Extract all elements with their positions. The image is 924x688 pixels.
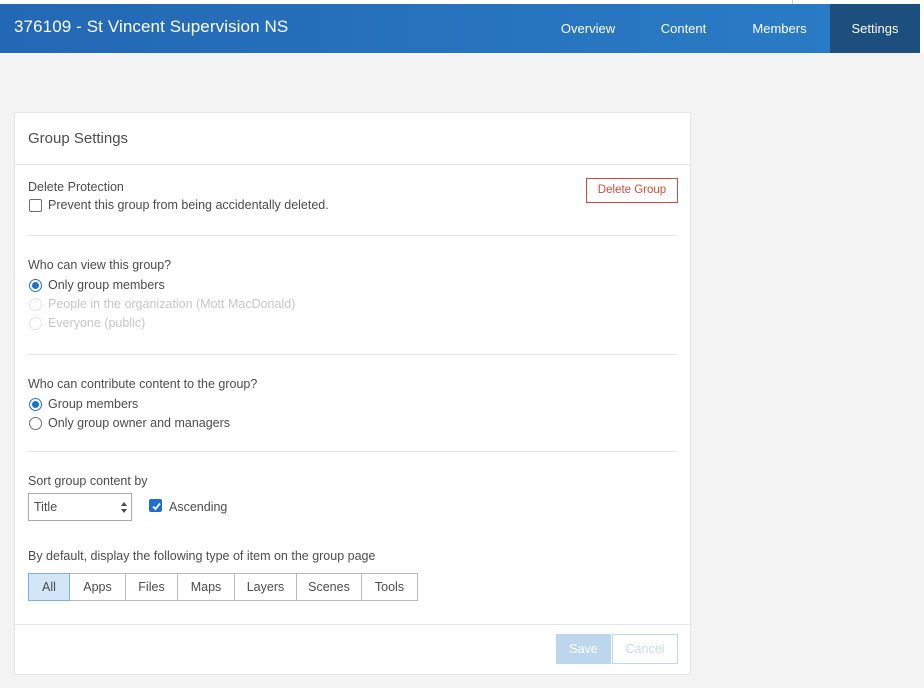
type-tools-button[interactable]: Tools (361, 573, 418, 601)
sort-select-value: Title (34, 500, 58, 514)
sort-select[interactable]: Title (28, 493, 132, 521)
ascending-label[interactable]: Ascending (169, 500, 227, 514)
view-option-members[interactable]: Only group members (48, 278, 165, 292)
delete-protection-label[interactable]: Prevent this group from being accidental… (48, 198, 329, 212)
view-radio-public (29, 317, 42, 330)
delete-protection-heading: Delete Protection (28, 180, 124, 194)
type-apps-button[interactable]: Apps (69, 573, 126, 601)
view-option-public: Everyone (public) (48, 316, 146, 330)
window-edge (920, 4, 924, 53)
contribute-radio-members[interactable] (29, 398, 42, 411)
delete-group-button[interactable]: Delete Group (586, 178, 678, 203)
divider (28, 235, 677, 236)
type-all-button[interactable]: All (28, 573, 70, 601)
tab-settings[interactable]: Settings (830, 4, 920, 53)
ascending-checkbox[interactable] (149, 499, 162, 512)
sort-label: Sort group content by (28, 474, 148, 488)
divider (28, 354, 677, 355)
view-radio-organization (29, 298, 42, 311)
divider (28, 451, 677, 452)
contribute-access-question: Who can contribute content to the group? (28, 377, 258, 391)
checkmark-icon (152, 502, 161, 511)
contribute-option-members[interactable]: Group members (48, 397, 138, 411)
type-layers-button[interactable]: Layers (234, 573, 297, 601)
type-files-button[interactable]: Files (125, 573, 178, 601)
item-type-filter: All Apps Files Maps Layers Scenes Tools (28, 573, 418, 601)
chevron-updown-icon (121, 502, 127, 513)
divider (15, 624, 690, 625)
type-scenes-button[interactable]: Scenes (296, 573, 362, 601)
view-radio-members[interactable] (29, 279, 42, 292)
divider (15, 164, 690, 165)
delete-protection-checkbox[interactable] (29, 199, 42, 212)
type-maps-button[interactable]: Maps (177, 573, 235, 601)
group-header: 376109 - St Vincent Supervision NS Overv… (0, 4, 920, 53)
contribute-option-managers[interactable]: Only group owner and managers (48, 416, 230, 430)
view-access-question: Who can view this group? (28, 258, 172, 272)
contribute-radio-managers[interactable] (29, 417, 42, 430)
tab-content[interactable]: Content (640, 4, 727, 53)
display-type-label: By default, display the following type o… (28, 549, 376, 563)
tab-overview[interactable]: Overview (546, 4, 630, 53)
panel-title: Group Settings (28, 130, 129, 147)
group-title: 376109 - St Vincent Supervision NS (14, 17, 289, 36)
cancel-button[interactable]: Cancel (612, 634, 678, 664)
view-option-organization: People in the organization (Mott MacDona… (48, 297, 296, 311)
tab-members[interactable]: Members (736, 4, 823, 53)
group-settings-panel: Group Settings Delete Protection Prevent… (14, 112, 691, 675)
save-button[interactable]: Save (556, 634, 611, 664)
